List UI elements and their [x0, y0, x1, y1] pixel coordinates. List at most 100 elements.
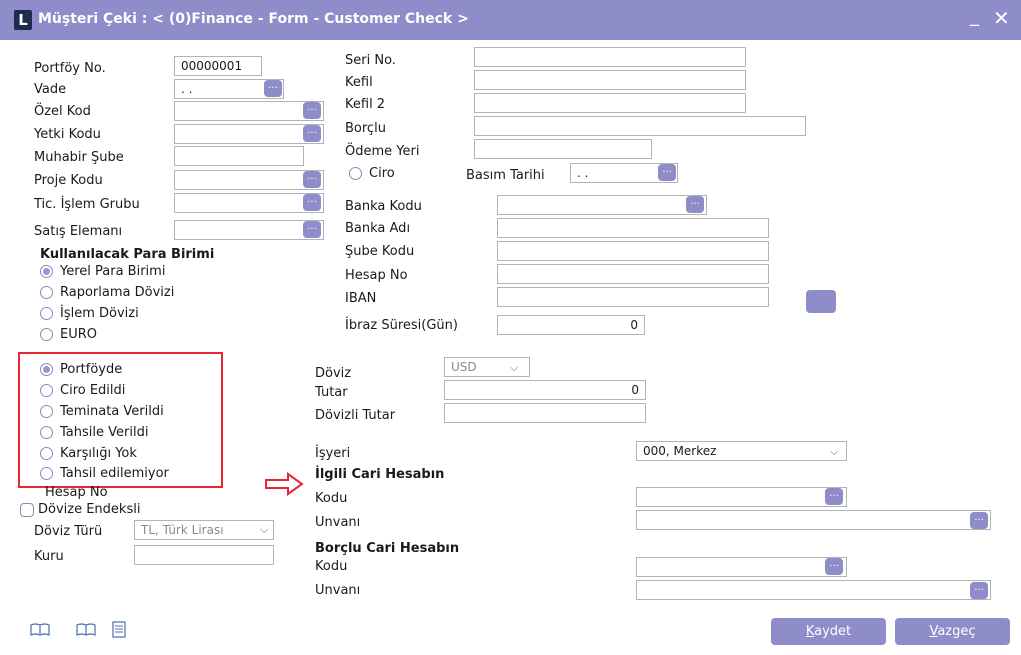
- ozel-kod-ellipsis-button[interactable]: ...: [303, 102, 321, 119]
- vade-label: Vade: [34, 82, 67, 97]
- radio-raporlama-dovizi[interactable]: [40, 286, 53, 299]
- radio-ciro-edildi[interactable]: [40, 384, 53, 397]
- dovize-endeksli-checkbox[interactable]: [20, 503, 34, 517]
- book-icon[interactable]: [76, 623, 96, 637]
- app-logo-icon: L: [14, 10, 32, 30]
- satis-elemani-input[interactable]: [174, 220, 324, 240]
- dovizli-tutar-label: Dövizli Tutar: [315, 408, 396, 423]
- radio-teminata-verildi[interactable]: [40, 405, 53, 418]
- borclu-kodu-label: Kodu: [315, 559, 348, 574]
- satis-elemani-label: Satış Elemanı: [34, 224, 123, 239]
- title-bar: L Müşteri Çeki : < (0)Finance - Form - C…: [0, 0, 1021, 40]
- radio-tahsil-edilemiyor[interactable]: [40, 467, 53, 480]
- radio-yerel-para-birimi[interactable]: [40, 265, 53, 278]
- ilgili-unvani-ellipsis-button[interactable]: ...: [970, 512, 988, 529]
- borclu-label: Borçlu: [345, 121, 386, 136]
- portfoy-no-label: Portföy No.: [34, 61, 106, 76]
- seri-no-label: Seri No.: [345, 53, 396, 68]
- currency-group-title: Kullanılacak Para Birimi: [40, 247, 215, 262]
- arrow-right-icon: [265, 472, 304, 496]
- cancel-button-label: azgeç: [937, 624, 976, 639]
- save-button-accelerator: K: [805, 624, 815, 639]
- ilgili-cari-title: İlgili Cari Hesabın: [315, 467, 445, 482]
- hesap-no-input[interactable]: [497, 264, 769, 284]
- iban-action-button[interactable]: [806, 290, 836, 313]
- ilgili-kodu-label: Kodu: [315, 491, 348, 506]
- yetki-kodu-input[interactable]: [174, 124, 324, 144]
- kuru-label: Kuru: [34, 549, 64, 564]
- doviz-turu-select[interactable]: TL, Türk Lirası: [134, 520, 274, 540]
- ilgili-unvani-label: Unvanı: [315, 515, 361, 530]
- muhabir-sube-label: Muhabir Şube: [34, 150, 124, 165]
- vade-ellipsis-button[interactable]: ...: [264, 80, 282, 97]
- window-title: Müşteri Çeki : < (0)Finance - Form - Cus…: [38, 11, 469, 27]
- kefil-label: Kefil: [345, 75, 373, 90]
- odeme-yeri-label: Ödeme Yeri: [345, 144, 420, 159]
- ilgili-kodu-ellipsis-button[interactable]: ...: [825, 488, 843, 505]
- ilgili-unvani-input[interactable]: [636, 510, 991, 530]
- ibraz-suresi-label: İbraz Süresi(Gün): [345, 318, 458, 333]
- dovize-endeksli-label: Dövize Endeksli: [38, 502, 141, 517]
- ibraz-suresi-input[interactable]: 0: [497, 315, 645, 335]
- isyeri-select[interactable]: 000, Merkez: [636, 441, 847, 461]
- islem-dovizi-label: İşlem Dövizi: [60, 306, 139, 321]
- save-button[interactable]: Kaydet: [771, 618, 886, 645]
- iban-input[interactable]: [497, 287, 769, 307]
- radio-euro[interactable]: [40, 328, 53, 341]
- borclu-input[interactable]: [474, 116, 806, 136]
- odeme-yeri-input[interactable]: [474, 139, 652, 159]
- yetki-kodu-label: Yetki Kodu: [34, 127, 101, 142]
- doviz-label: Döviz: [315, 366, 352, 381]
- radio-tahsile-verildi[interactable]: [40, 426, 53, 439]
- borclu-kodu-ellipsis-button[interactable]: ...: [825, 558, 843, 575]
- tahsil-edilemiyor-label: Tahsil edilemiyor: [60, 466, 169, 481]
- borclu-unvani-ellipsis-button[interactable]: ...: [970, 582, 988, 599]
- portfoy-no-input[interactable]: 00000001: [174, 56, 262, 76]
- borclu-kodu-input[interactable]: [636, 557, 847, 577]
- proje-kodu-input[interactable]: [174, 170, 324, 190]
- muhabir-sube-input[interactable]: [174, 146, 304, 166]
- banka-kodu-label: Banka Kodu: [345, 199, 422, 214]
- tutar-label: Tutar: [315, 385, 348, 400]
- radio-karsiligi-yok[interactable]: [40, 447, 53, 460]
- tic-islem-grubu-ellipsis-button[interactable]: ...: [303, 194, 321, 211]
- chevron-down-icon: ⌵: [830, 445, 839, 458]
- book-icon[interactable]: [30, 623, 50, 637]
- radio-islem-dovizi[interactable]: [40, 307, 53, 320]
- iban-label: IBAN: [345, 291, 377, 306]
- kuru-input[interactable]: [134, 545, 274, 565]
- ozel-kod-input[interactable]: [174, 101, 324, 121]
- document-icon[interactable]: [112, 621, 126, 638]
- kefil2-label: Kefil 2: [345, 97, 386, 112]
- banka-kodu-input[interactable]: [497, 195, 707, 215]
- proje-kodu-ellipsis-button[interactable]: ...: [303, 171, 321, 188]
- raporlama-dovizi-label: Raporlama Dövizi: [60, 285, 175, 300]
- tutar-input[interactable]: 0: [444, 380, 646, 400]
- radio-portfoyde[interactable]: [40, 363, 53, 376]
- ciro-label: Ciro: [369, 166, 395, 181]
- borclu-unvani-input[interactable]: [636, 580, 991, 600]
- dovizli-tutar-input[interactable]: [444, 403, 646, 423]
- yetki-kodu-ellipsis-button[interactable]: ...: [303, 125, 321, 142]
- chevron-down-icon: ⌵: [260, 523, 269, 536]
- minimize-button[interactable]: _: [970, 6, 979, 27]
- kefil2-input[interactable]: [474, 93, 746, 113]
- ciro-radio[interactable]: [349, 167, 362, 180]
- euro-label: EURO: [60, 327, 97, 342]
- basim-tarihi-ellipsis-button[interactable]: ...: [658, 164, 676, 181]
- lower-hesap-no-label: Hesap No: [45, 485, 108, 500]
- tic-islem-grubu-label: Tic. İşlem Grubu: [34, 197, 140, 212]
- banka-adi-input[interactable]: [497, 218, 769, 238]
- doviz-turu-label: Döviz Türü: [34, 524, 103, 539]
- tic-islem-grubu-input[interactable]: [174, 193, 324, 213]
- portfoyde-label: Portföyde: [60, 362, 123, 377]
- ilgili-kodu-input[interactable]: [636, 487, 847, 507]
- borclu-cari-title: Borçlu Cari Hesabın: [315, 541, 460, 556]
- close-button[interactable]: ✕: [993, 6, 1010, 30]
- cancel-button[interactable]: Vazgeç: [895, 618, 1010, 645]
- satis-elemani-ellipsis-button[interactable]: ...: [303, 221, 321, 238]
- banka-kodu-ellipsis-button[interactable]: ...: [686, 196, 704, 213]
- seri-no-input[interactable]: [474, 47, 746, 67]
- sube-kodu-input[interactable]: [497, 241, 769, 261]
- kefil-input[interactable]: [474, 70, 746, 90]
